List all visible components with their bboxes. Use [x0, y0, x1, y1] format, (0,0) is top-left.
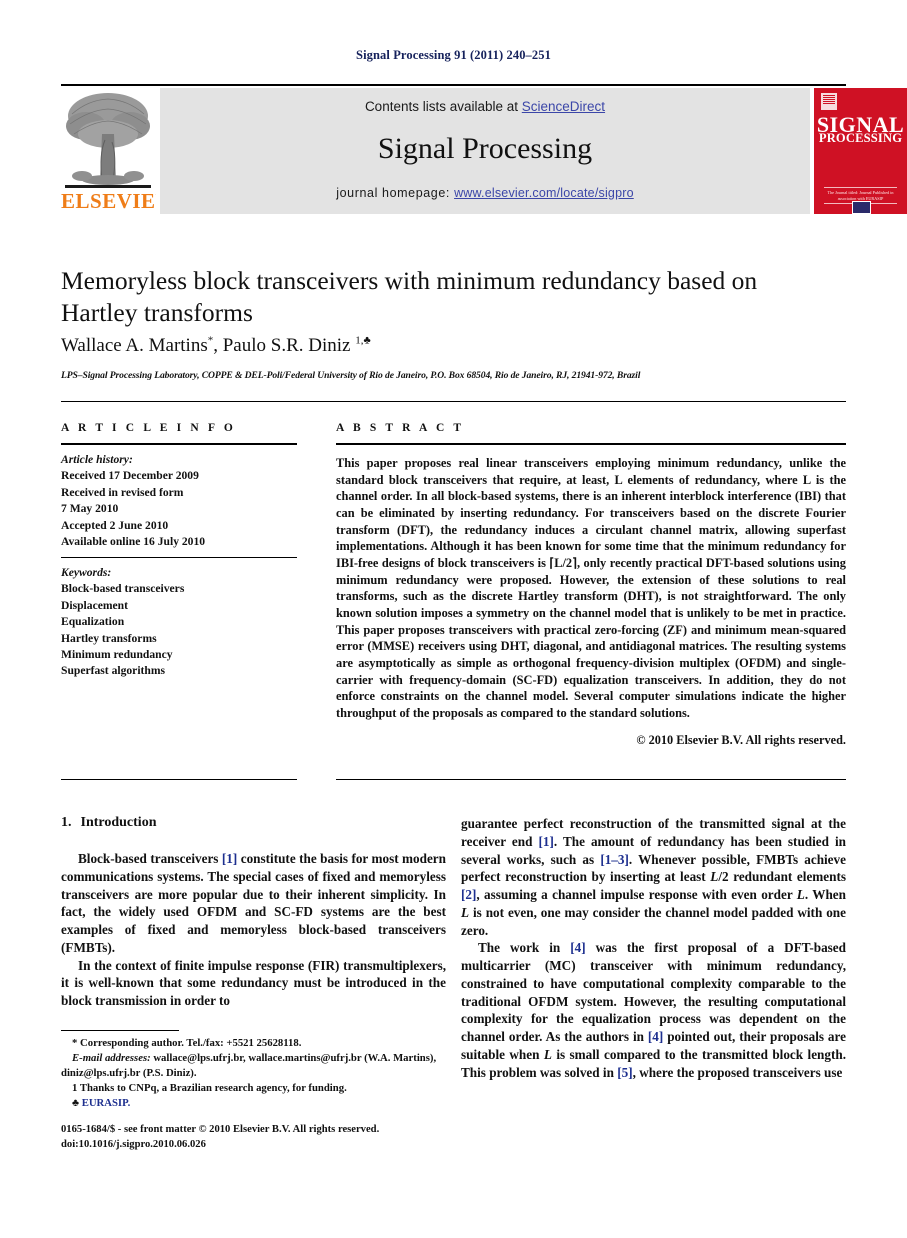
citation-ref[interactable]: [1] [222, 851, 237, 866]
elsevier-tree-icon [66, 93, 150, 185]
history-item: Received 17 December 2009 [61, 469, 199, 483]
body-column-right: guarantee perfect reconstruction of the … [461, 815, 846, 1081]
article-info-column: A R T I C L E I N F O Article history: R… [61, 422, 297, 680]
abstract-copyright: © 2010 Elsevier B.V. All rights reserved… [636, 732, 846, 747]
masthead-top-rule [61, 84, 846, 86]
keywords-label: Keywords: [61, 565, 112, 579]
article-info-heading: A R T I C L E I N F O [61, 422, 236, 434]
cover-elsevier-icon [821, 93, 837, 110]
journal-title: Signal Processing [377, 132, 593, 165]
affiliation: LPS–Signal Processing Laboratory, COPPE … [61, 370, 641, 381]
journal-cover-image: SIGNAL PROCESSING The Journal titled: Jo… [814, 88, 907, 214]
footnote-eurasip: ♣ EURASIP. [61, 1096, 446, 1111]
history-item: Accepted 2 June 2010 [61, 518, 169, 532]
elsevier-rule [65, 185, 151, 188]
paragraph: In the context of finite impulse respons… [61, 957, 446, 1009]
article-history-block: Article history: Received 17 December 20… [61, 445, 297, 551]
footnote-corresponding-author: * Corresponding author. Tel./fax: +5521 … [72, 1037, 302, 1049]
abstract-bottom-rule [336, 779, 846, 780]
section-heading-introduction: 1. Introduction [61, 815, 446, 831]
keyword-item: Minimum redundancy [61, 647, 173, 661]
citation-ref[interactable]: [1] [538, 834, 553, 849]
elsevier-wordmark: ELSEVIER [61, 189, 156, 213]
citation-ref[interactable]: [1–3] [600, 852, 629, 867]
footnote-emails: E-mail addresses: wallace@lps.ufrj.br, w… [61, 1051, 446, 1081]
journal-homepage-link[interactable]: www.elsevier.com/locate/sigpro [454, 186, 634, 200]
keyword-item: Superfast algorithms [61, 664, 166, 678]
citation-ref[interactable]: [2] [461, 887, 476, 902]
contents-prefix: Contents lists available at [364, 99, 522, 114]
footnotes: * Corresponding author. Tel./fax: +5521 … [61, 1030, 446, 1111]
running-head: Signal Processing 91 (2011) 240–251 [356, 48, 551, 62]
footnote-funding: 1 Thanks to CNPq, a Brazilian research a… [72, 1081, 347, 1094]
paragraph: guarantee perfect reconstruction of the … [461, 816, 846, 938]
keyword-item: Displacement [61, 598, 128, 612]
paper-page: Signal Processing 91 (2011) 240–251 ELSE… [0, 0, 907, 1238]
paragraph: Block-based transceivers [1] constitute … [61, 851, 446, 955]
homepage-prefix: journal homepage: [336, 186, 455, 200]
journal-homepage-line: journal homepage: www.elsevier.com/locat… [160, 186, 810, 200]
journal-masthead: ELSEVIER Contents lists available at Sci… [61, 84, 907, 214]
keyword-item: Equalization [61, 615, 125, 629]
elsevier-logo: ELSEVIER [61, 88, 156, 214]
contents-line: Contents lists available at ScienceDirec… [160, 99, 810, 114]
citation-ref[interactable]: [5] [617, 1065, 632, 1080]
eurasip-symbol: ♣ [72, 1096, 80, 1109]
paragraph: The work in [4] was the first proposal o… [461, 940, 847, 1080]
imprint-issn-line: 0165-1684/$ - see front matter © 2010 El… [61, 1124, 380, 1135]
keyword-item: Block-based transceivers [61, 582, 185, 596]
keywords-block: Keywords: Block-based transceivers Displ… [61, 558, 297, 680]
footnote-rule [61, 1030, 179, 1031]
cover-title-line2: PROCESSING [818, 131, 903, 145]
author-names: Wallace A. Martins*, Paulo S.R. Diniz 1,… [61, 335, 371, 357]
history-item: Received in revised form [61, 485, 184, 499]
email-label: E-mail addresses: [72, 1051, 151, 1064]
abstract-heading: A B S T R A C T [336, 422, 465, 434]
section-number: 1. [61, 815, 72, 830]
cover-emblem-icon [852, 201, 871, 214]
keyword-item: Hartley transforms [61, 631, 157, 645]
imprint-block: 0165-1684/$ - see front matter © 2010 El… [61, 1122, 461, 1152]
article-history-label: Article history: [61, 453, 133, 466]
info-bottom-rule [61, 779, 297, 780]
abstract-column: A B S T R A C T This paper proposes real… [336, 422, 846, 748]
citation-ref[interactable]: [4] [648, 1029, 663, 1044]
sciencedirect-link[interactable]: ScienceDirect [522, 99, 605, 114]
history-item: Available online 16 July 2010 [61, 535, 206, 549]
body-column-left: 1. Introduction Block-based transceivers … [61, 815, 446, 1010]
masthead-panel: Contents lists available at ScienceDirec… [160, 88, 810, 214]
paper-title: Memoryless block transceivers with minim… [61, 266, 758, 328]
citation-ref[interactable]: [4] [570, 940, 585, 955]
affiliation-rule [61, 401, 846, 402]
imprint-doi: doi:10.1016/j.sigpro.2010.06.026 [61, 1139, 206, 1151]
abstract-text: This paper proposes real linear transcei… [336, 456, 846, 721]
eurasip-label: EURASIP. [81, 1096, 131, 1109]
author-list: Wallace A. Martins*, Paulo S.R. Diniz 1,… [61, 335, 831, 357]
history-item: 7 May 2010 [61, 502, 119, 516]
section-title: Introduction [80, 815, 157, 830]
